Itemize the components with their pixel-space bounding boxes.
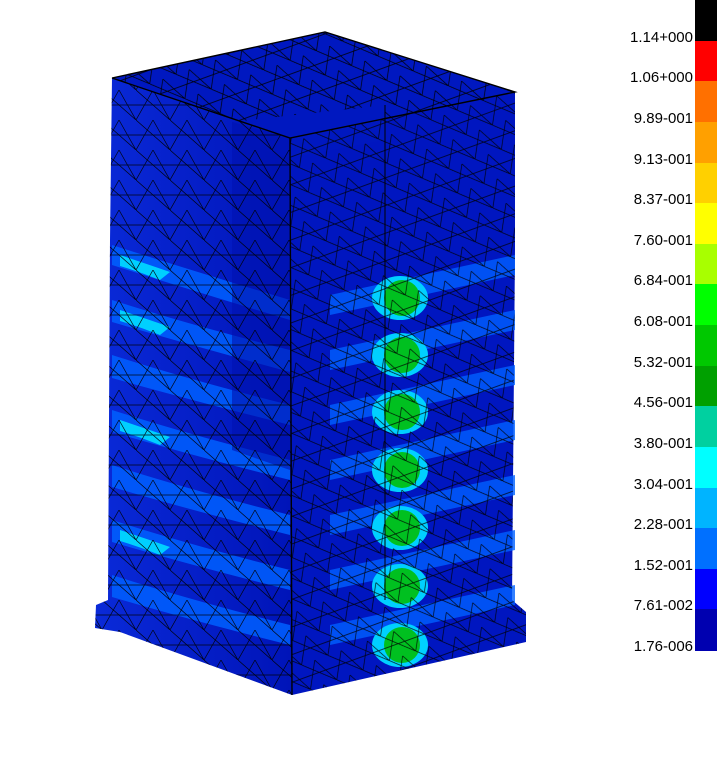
fem-model-view <box>95 31 526 696</box>
